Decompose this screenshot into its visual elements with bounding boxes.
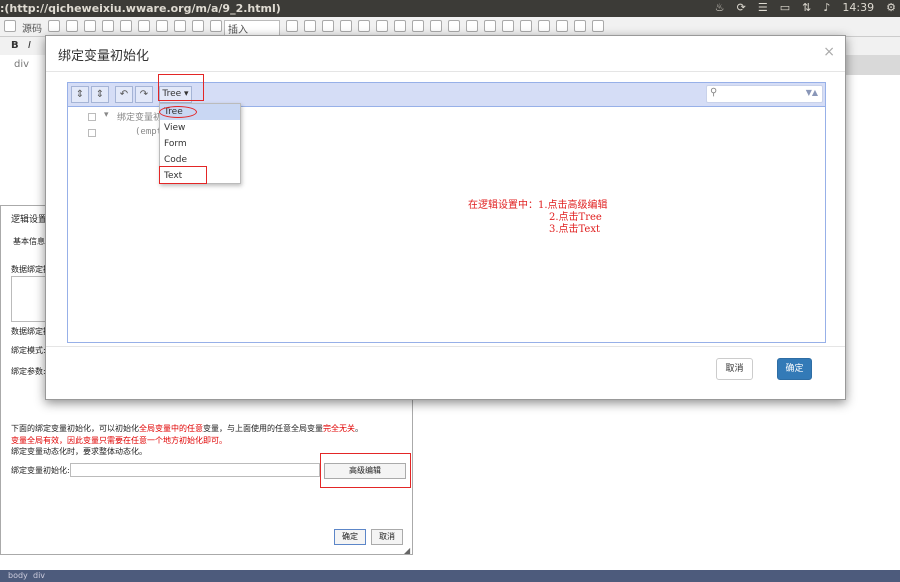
search-icon: ⚲: [710, 87, 718, 98]
note-line-3: 绑定变量动态化时，要求整体动态化。: [11, 447, 147, 456]
note-text-b: 变量，与上面使用的任意全局变量: [203, 424, 323, 433]
note-text-a: 下面的绑定变量初始化，可以初始化: [11, 424, 139, 433]
find-icon[interactable]: [376, 20, 388, 32]
volume-icon[interactable]: ♪: [823, 1, 830, 14]
sync-icon[interactable]: ⟳: [737, 1, 746, 14]
mode-option-view[interactable]: View: [160, 120, 240, 136]
editor-status-bar: body div: [0, 570, 900, 582]
annotation-line-2: 2.点击Tree: [549, 212, 602, 223]
init-label: 绑定变量初始化:: [11, 466, 70, 475]
bind-mode-label: 绑定模式:: [11, 346, 46, 355]
paste-icon[interactable]: [286, 20, 298, 32]
screen: :(http://qicheweixiu.wware.org/m/a/9_2.h…: [0, 0, 900, 582]
notification-icon[interactable]: ♨: [715, 1, 725, 14]
form-icon[interactable]: [448, 20, 460, 32]
select-all-icon[interactable]: [412, 20, 424, 32]
status-path-body[interactable]: body: [8, 571, 28, 580]
redo2-icon[interactable]: [358, 20, 370, 32]
redo-icon[interactable]: [84, 20, 96, 32]
refresh-icon[interactable]: [210, 20, 222, 32]
bold-icon[interactable]: B: [11, 40, 19, 51]
mode-option-form[interactable]: Form: [160, 136, 240, 152]
textfield-icon[interactable]: [502, 20, 514, 32]
paste-word-icon[interactable]: [322, 20, 334, 32]
modal-footer: 取消 确定: [46, 346, 845, 401]
save-icon[interactable]: [138, 20, 150, 32]
system-tray: ♨ ⟳ ☰ ▭ ⇅ ♪ 14:39 ⚙: [715, 1, 896, 14]
modal-header: 绑定变量初始化 ×: [46, 36, 845, 72]
os-top-bar: :(http://qicheweixiu.wware.org/m/a/9_2.h…: [0, 0, 900, 17]
modal-cancel-button[interactable]: 取消: [716, 358, 753, 380]
bind-init-modal: 绑定变量初始化 × ⇕ ⇕ ↶ ↷ Tree ▾ ⚲ ▼▲ ▾ 绑定变量初 (e…: [45, 35, 846, 400]
undo-icon[interactable]: ↶: [115, 86, 133, 103]
close-format-icon[interactable]: [120, 20, 132, 32]
bind-params-label: 绑定参数:: [11, 367, 46, 376]
collapse-all-icon[interactable]: ⇕: [91, 86, 109, 103]
note-line-2: 变量全局有效，因此变量只需要在任意一个地方初始化即可。: [11, 436, 227, 445]
italic-icon[interactable]: I: [28, 40, 31, 51]
row-checkbox-1[interactable]: [88, 113, 96, 121]
clock[interactable]: 14:39: [842, 1, 874, 14]
textarea-icon[interactable]: [520, 20, 532, 32]
editor-toolbar: 源码 插入: [0, 17, 900, 37]
note-text-c: 。: [355, 424, 363, 433]
battery-icon[interactable]: ▭: [780, 1, 790, 14]
close-icon[interactable]: ×: [823, 44, 835, 60]
print-icon[interactable]: [192, 20, 204, 32]
radio-icon[interactable]: [484, 20, 496, 32]
toolbar-group-source: 源码: [4, 20, 258, 35]
source-icon[interactable]: [4, 20, 16, 32]
modal-ok-button[interactable]: 确定: [777, 358, 812, 380]
element-path: div: [14, 59, 30, 70]
tree-expand-icon[interactable]: ▾: [104, 110, 109, 120]
button-icon[interactable]: [556, 20, 568, 32]
highlight-advanced-edit: [320, 453, 411, 488]
status-path-div[interactable]: div: [33, 571, 45, 580]
preview-icon[interactable]: [174, 20, 186, 32]
tree-root-label[interactable]: 绑定变量初: [117, 110, 162, 123]
note-highlight-2: 完全无关: [323, 424, 355, 433]
window-title: :(http://qicheweixiu.wware.org/m/a/9_2.h…: [0, 2, 281, 15]
modal-title: 绑定变量初始化: [58, 49, 150, 64]
resize-handle-icon[interactable]: ◢: [404, 546, 410, 555]
spellcheck-icon[interactable]: [430, 20, 442, 32]
note-highlight-1: 全局变量中的任意: [139, 424, 203, 433]
highlight-mode-button: [158, 74, 204, 101]
instruction-annotation: 在逻辑设置中：1.点击高级编辑 2.点击Tree 3.点击Text: [468, 200, 608, 236]
cut-icon[interactable]: [48, 20, 60, 32]
search-nav-icon[interactable]: ▼▲: [806, 88, 818, 97]
expand-all-icon[interactable]: ⇕: [71, 86, 89, 103]
new-page-icon[interactable]: [156, 20, 168, 32]
checkbox-icon[interactable]: [466, 20, 478, 32]
source-button[interactable]: 源码: [22, 20, 42, 35]
logic-panel-title: 逻辑设置: [11, 215, 48, 225]
search-box[interactable]: ⚲ ▼▲: [706, 85, 823, 103]
note-line-1: 下面的绑定变量初始化，可以初始化全局变量中的任意变量，与上面使用的任意全局变量完…: [11, 423, 363, 434]
select-icon[interactable]: [538, 20, 550, 32]
highlight-tree-option: [159, 106, 197, 118]
logic-ok-button[interactable]: 确定: [334, 529, 366, 545]
annotation-line-1: 在逻辑设置中：1.点击高级编辑: [468, 200, 608, 211]
logic-cancel-button[interactable]: 取消: [371, 529, 403, 545]
code-icon[interactable]: [102, 20, 114, 32]
annotation-line-3: 3.点击Text: [549, 224, 601, 235]
undo2-icon[interactable]: [340, 20, 352, 32]
settings-gear-icon[interactable]: ⚙: [886, 1, 896, 14]
paste-text-icon[interactable]: [304, 20, 316, 32]
replace-icon[interactable]: [394, 20, 406, 32]
network-icon[interactable]: ⇅: [802, 1, 811, 14]
hidden-field-icon[interactable]: [592, 20, 604, 32]
image-button-icon[interactable]: [574, 20, 586, 32]
tab-basic-info[interactable]: 基本信息: [13, 236, 45, 247]
highlight-text-option: [159, 166, 207, 184]
redo-icon[interactable]: ↷: [135, 86, 153, 103]
row-checkbox-2[interactable]: [88, 129, 96, 137]
keyboard-icon[interactable]: ☰: [758, 1, 768, 14]
init-input[interactable]: [70, 463, 320, 477]
undo-icon[interactable]: [66, 20, 78, 32]
